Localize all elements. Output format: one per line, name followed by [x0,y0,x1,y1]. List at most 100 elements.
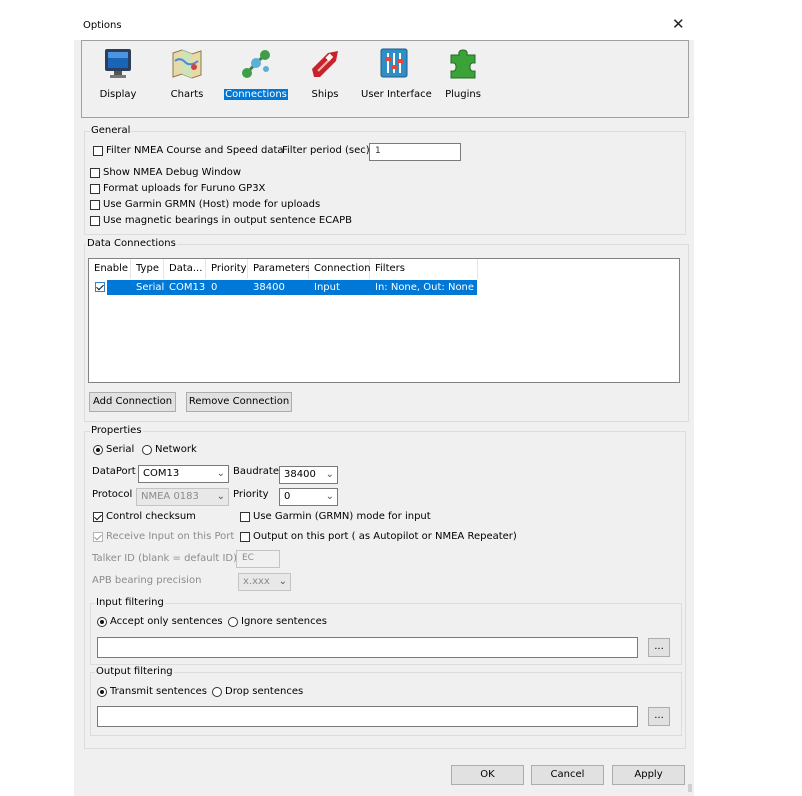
row-enable-checkbox[interactable] [95,282,105,292]
magnetic-bearings-label: Use magnetic bearings in output sentence… [103,215,352,226]
tab-plugins[interactable]: Plugins [430,47,496,107]
filter-nmea-checkbox[interactable] [93,146,103,156]
chevron-down-icon: ⌄ [325,469,334,480]
talker-id-label: Talker ID (blank = default ID) [92,553,237,564]
show-debug-checkbox[interactable] [90,168,100,178]
tab-display-label: Display [99,89,137,100]
chart-map-icon [172,49,202,79]
priority-label: Priority [233,489,269,500]
serial-radio[interactable] [93,445,103,455]
output-port-label: Output on this port ( as Autopilot or NM… [253,531,517,542]
ignore-sentences-label: Ignore sentences [241,616,327,627]
row-parameters: 38400 [253,282,285,293]
network-radio[interactable] [142,445,152,455]
row-connection: Input [314,282,340,293]
remove-connection-button[interactable]: Remove Connection [186,392,292,412]
tab-user-interface-label: User Interface [361,89,432,100]
baudrate-value: 38400 [284,469,316,480]
column-header-connection[interactable]: Connection [309,259,371,279]
control-checksum-label: Control checksum [106,511,196,522]
chevron-down-icon: ⌄ [216,491,225,502]
column-header-parameters[interactable]: Parameters [248,259,310,279]
show-debug-label: Show NMEA Debug Window [103,167,242,178]
input-sentences-field[interactable] [97,637,638,658]
transmit-sentences-radio[interactable] [97,687,107,697]
chevron-down-icon: ⌄ [278,576,287,587]
output-port-checkbox[interactable] [240,532,250,542]
tab-charts[interactable]: Charts [154,47,220,107]
options-toolbar: Display Charts Connections Ships User In… [81,40,689,118]
output-sentences-field[interactable] [97,706,638,727]
drop-sentences-radio[interactable] [212,687,222,697]
tab-ships[interactable]: Ships [292,47,358,107]
accept-only-label: Accept only sentences [110,616,223,627]
column-header-priority[interactable]: Priority [206,259,248,279]
ok-button[interactable]: OK [451,765,524,785]
add-connection-button[interactable]: Add Connection [89,392,176,412]
row-filters: In: None, Out: None [375,282,475,293]
apb-precision-label: APB bearing precision [92,575,202,586]
garmin-input-checkbox[interactable] [240,512,250,522]
format-uploads-checkbox[interactable] [90,184,100,194]
properties-legend: Properties [90,425,143,437]
connections-list[interactable]: Enable Type Data... Priority Parameters … [88,258,680,383]
accept-only-radio[interactable] [97,617,107,627]
chevron-down-icon: ⌄ [325,491,334,502]
apply-button[interactable]: Apply [612,765,685,785]
sliders-icon [380,48,408,78]
talker-id-input[interactable]: EC [236,550,280,568]
transmit-sentences-label: Transmit sentences [110,686,208,697]
baudrate-label: Baudrate [233,466,279,477]
protocol-value: NMEA 0183 [141,491,199,502]
tab-connections-label: Connections [224,89,288,100]
filter-period-label: Filter period (sec) [282,145,370,156]
row-type: Serial [136,282,165,293]
output-filtering-legend: Output filtering [95,666,174,678]
format-uploads-label: Format uploads for Furuno GP3X [103,183,266,194]
connections-icon [242,50,270,78]
receive-input-label: Receive Input on this Port [106,531,235,542]
column-header-enable[interactable]: Enable [89,259,131,279]
magnetic-bearings-checkbox[interactable] [90,216,100,226]
tab-plugins-label: Plugins [445,89,481,100]
column-header-filters[interactable]: Filters [370,259,478,279]
general-legend: General [90,125,132,137]
tab-connections[interactable]: Connections [223,47,289,107]
baudrate-select[interactable]: 38400 ⌄ [279,466,338,484]
protocol-select[interactable]: NMEA 0183 ⌄ [136,488,229,506]
dataport-label: DataPort [92,466,136,477]
dataport-select[interactable]: COM13 ⌄ [138,465,229,483]
chevron-down-icon: ⌄ [216,468,225,479]
priority-value: 0 [284,491,291,502]
apb-precision-value: x.xxx [243,576,270,587]
priority-select[interactable]: 0 ⌄ [279,488,338,506]
data-connections-legend: Data Connections [86,238,177,250]
tab-display[interactable]: Display [85,47,151,107]
control-checksum-checkbox[interactable] [93,512,103,522]
output-browse-button[interactable]: ... [648,707,670,726]
filter-nmea-label: Filter NMEA Course and Speed data [106,145,284,156]
tab-user-interface[interactable]: User Interface [361,47,432,107]
receive-input-checkbox[interactable] [93,532,103,542]
garmin-input-label: Use Garmin (GRMN) mode for input [253,511,431,522]
input-filtering-legend: Input filtering [95,597,165,609]
garmin-host-label: Use Garmin GRMN (Host) mode for uploads [103,199,321,210]
garmin-host-checkbox[interactable] [90,200,100,210]
apb-precision-select[interactable]: x.xxx ⌄ [238,573,291,591]
input-browse-button[interactable]: ... [648,638,670,657]
resize-grip[interactable] [688,784,692,792]
row-data: COM13 [169,282,206,293]
column-header-data[interactable]: Data... [164,259,206,279]
close-icon[interactable]: ✕ [672,16,685,32]
filter-period-input[interactable]: 1 [369,143,461,161]
window-title: Options [83,20,122,31]
tab-charts-label: Charts [170,89,204,100]
network-label: Network [155,444,197,455]
column-header-type[interactable]: Type [131,259,164,279]
cancel-button[interactable]: Cancel [531,765,604,785]
title-bar [74,10,694,40]
ship-icon [312,51,338,77]
ignore-sentences-radio[interactable] [228,617,238,627]
monitor-icon [105,49,131,78]
puzzle-icon [450,49,476,79]
